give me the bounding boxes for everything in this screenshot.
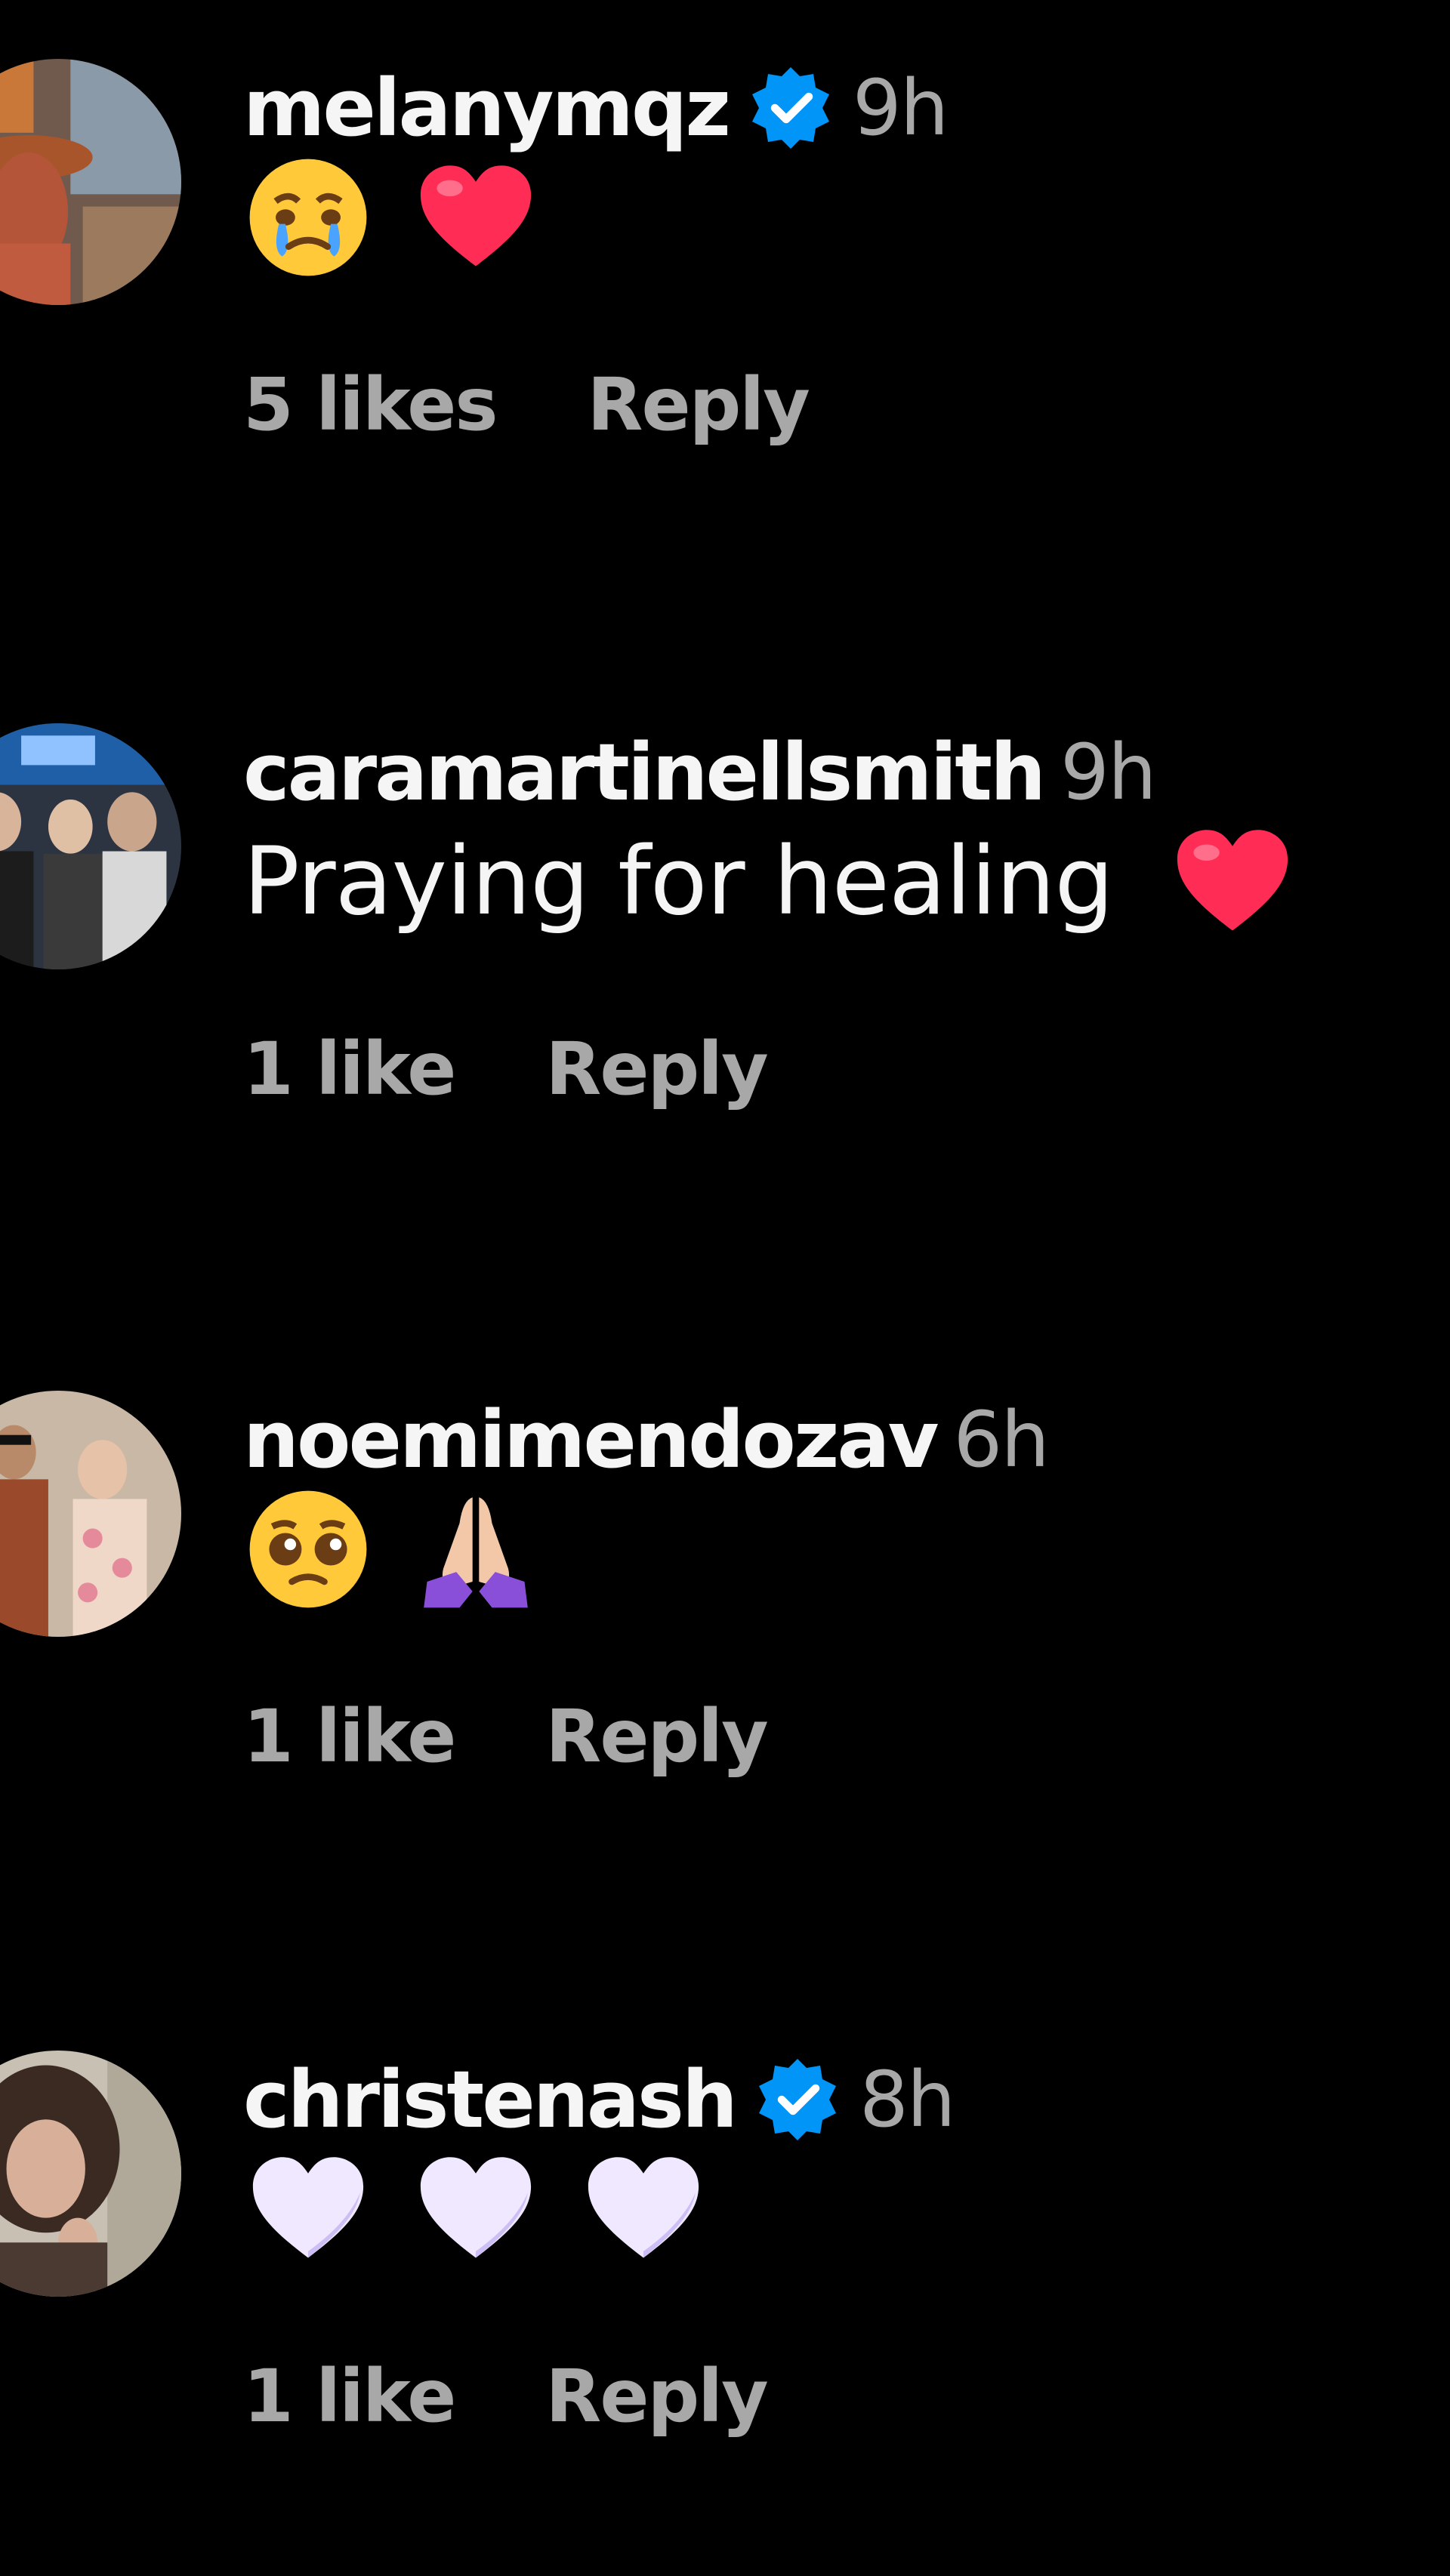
comment-actions: 1 like Reply: [243, 1691, 1450, 1782]
reply-button[interactable]: Reply: [588, 362, 810, 447]
reply-button[interactable]: Reply: [545, 2354, 768, 2439]
likes-count[interactable]: 1 like: [243, 1027, 456, 1111]
comment-content: Praying for healing: [243, 821, 1450, 942]
comment-body: caramartinellsmith 9h Praying for healin…: [243, 723, 1450, 1114]
comment-header: noemimendozav 6h: [243, 1391, 1450, 1489]
comment-text: Praying for healing: [243, 827, 1114, 936]
comment-body: christenash 8h 1 like Reply: [243, 2051, 1450, 2442]
comment-header: melanymqz 9h: [243, 59, 1450, 157]
username[interactable]: caramartinellsmith: [243, 726, 1046, 818]
likes-count[interactable]: 1 like: [243, 1694, 456, 1779]
likes-count[interactable]: 5 likes: [243, 362, 498, 447]
comment-content: [243, 1489, 1450, 1610]
avatar[interactable]: [0, 1391, 181, 1637]
comment-actions: 5 likes Reply: [243, 359, 1450, 450]
username[interactable]: christenash: [243, 2054, 738, 2146]
folded-hands-icon: [411, 1484, 541, 1614]
white-heart-icon: [578, 2144, 708, 2274]
verified-badge-icon: [752, 2054, 843, 2145]
white-heart-icon: [243, 2144, 373, 2274]
timestamp: 6h: [953, 1394, 1050, 1485]
avatar[interactable]: [0, 2051, 181, 2297]
username[interactable]: noemimendozav: [243, 1394, 939, 1486]
timestamp: 8h: [859, 2054, 956, 2145]
comment-body: noemimendozav 6h 1 like Reply: [243, 1391, 1450, 1782]
comment-body: melanymqz 9h 5 likes Reply: [243, 59, 1450, 450]
reply-button[interactable]: Reply: [545, 1694, 768, 1779]
comment-header: christenash 8h: [243, 2051, 1450, 2149]
timestamp: 9h: [852, 63, 949, 153]
verified-badge-icon: [745, 63, 836, 153]
comment-header: caramartinellsmith 9h: [243, 723, 1450, 821]
reply-button[interactable]: Reply: [545, 1027, 768, 1111]
pleading-face-icon: [243, 1484, 373, 1614]
avatar[interactable]: [0, 723, 181, 969]
white-heart-icon: [411, 2144, 541, 2274]
timestamp: 9h: [1060, 727, 1157, 818]
comment-actions: 1 like Reply: [243, 2351, 1450, 2442]
crying-face-icon: [243, 153, 373, 282]
username[interactable]: melanymqz: [243, 62, 731, 154]
comment-content: [243, 157, 1450, 278]
comment-content: [243, 2149, 1450, 2269]
comment-actions: 1 like Reply: [243, 1024, 1450, 1114]
likes-count[interactable]: 1 like: [243, 2354, 456, 2439]
red-heart-icon: [1168, 817, 1297, 947]
avatar[interactable]: [0, 59, 181, 305]
red-heart-icon: [411, 153, 541, 282]
